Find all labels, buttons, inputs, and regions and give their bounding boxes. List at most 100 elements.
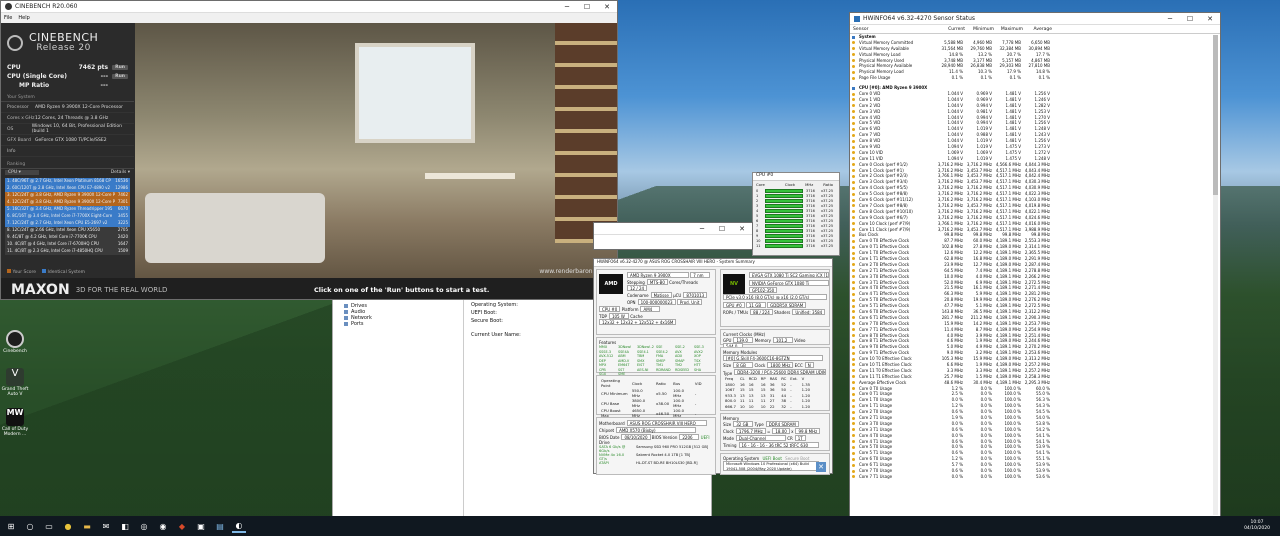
maximize-icon[interactable]: ☐ [577,3,597,11]
memory-module-select[interactable]: [#0] G.Skill F4-3600C16-8GTZN [723,355,823,361]
details-label: Details [110,170,127,175]
mem-size-value: 32 GB [733,421,754,427]
ranking-item[interactable]: 11. 4C/8T @ 2.3 GHz, Intel Core i7-4850H… [5,248,130,255]
store-icon[interactable]: ◧ [118,519,132,533]
close-icon[interactable]: ✕ [732,225,752,233]
core-mhz: 3716 [806,238,815,243]
ranking-item-score: 12986 [115,185,128,190]
ranking-item-label: 11. 4C/8T @ 2.3 GHz, Intel Core i7-4850H… [7,248,103,253]
logo-release: Release 20 [36,43,91,53]
timing-cell: 933.3 [725,392,736,398]
gpu-select[interactable]: GPU #0 [723,302,745,308]
app-icon-bag[interactable]: ▣ [194,519,208,533]
ranking-item[interactable]: 9. 4C/8T @ 4.2 GHz, Intel Core i7-7700K … [5,234,130,241]
col-sensor[interactable]: Sensor [850,27,936,32]
cpu-clock-row: 6 3716 x37.25 [753,218,839,223]
ranking-item-score: 2705 [117,227,128,232]
minimize-icon[interactable]: ─ [557,3,577,11]
desktop-icon-cod[interactable]: MW Call of Duty Modern ... [0,408,30,437]
windows-start-icon[interactable]: ⊞ [4,519,18,533]
search-icon[interactable]: ○ [23,519,37,533]
system-clock[interactable]: 10:07 04/10/2020 [1244,520,1280,532]
cinebench-taskbar-icon[interactable]: ◐ [232,519,246,533]
ranking-item[interactable]: 6. 8C/16T @ 3.4 GHz, Intel Core i7-7700X… [5,213,130,220]
col-minimum[interactable]: Minimum [965,27,994,32]
desktop-icon-cinebench[interactable]: Cinebench [0,330,30,354]
cpu-select[interactable]: CPU #0 [599,306,621,312]
maximize-icon[interactable]: ☐ [712,225,732,233]
sensor-row[interactable]: Core 7 T1 Usage 0.0 % 0.0 % 100.0 % 53.6 % [850,474,1220,480]
cpu-clock-row: 4 3716 x37.25 [753,208,839,213]
col-maximum[interactable]: Maximum [994,27,1023,32]
ranking-item[interactable]: 10. 4C/8T @ 4 GHz, Intel Core i7-6700HQ … [5,241,130,248]
system-summary-window: HWiNFO64 v6.32-4270 @ ASUS ROG CROSSHAIR… [593,258,833,475]
task-view-icon[interactable]: ▭ [42,519,56,533]
clock-bar [765,233,803,238]
cinebench-window: CINEBENCH R20.060 ─ ☐ ✕ File Help CINEBENC… [0,0,618,300]
system-key: Processor [7,104,29,110]
ranking-item-score: 3225 [117,220,128,225]
ranking-item[interactable]: 5. 16C/32T @ 3.4 GHz, AMD Ryzen Threadri… [5,206,130,213]
module-type-value: DDR4-3200 / PC4-25600 DDR4 SDRAM UDIMM [734,369,827,375]
score-legend: Your Score Identical System [7,269,85,275]
minimize-icon[interactable]: ─ [1160,15,1180,23]
op-col-header: Clock [631,380,643,386]
stepping-value: MTS-B0 [646,279,668,285]
op-cell: - [694,400,697,406]
details-button[interactable]: Details ▾ [111,170,130,175]
cpu-clock-row: 1 3716 x37.25 [753,193,839,198]
minimize-icon[interactable]: ─ [692,225,712,233]
system-key: Info [7,148,16,154]
gpu-memtype: GDDR5X SDRAM [767,302,807,308]
run-single-button[interactable]: Run [112,74,128,79]
render-bookshelf [555,23,617,243]
mem-mult: 18.00 [772,428,790,434]
close-icon[interactable]: ✕ [1200,15,1220,23]
file-explorer-icon[interactable]: ▬ [80,519,94,533]
core-ratio: x37.25 [821,208,834,213]
core-mhz: 3716 [806,233,815,238]
desktop-icon-gta[interactable]: V Grand Theft Auto V [0,368,30,397]
timing-cell: 800.0 [725,398,736,404]
maximize-icon[interactable]: ☐ [1180,15,1200,23]
app-icon-red[interactable]: ◆ [175,519,189,533]
gog-icon[interactable]: ◉ [156,519,170,533]
clock-bar [765,223,803,228]
opn-label: OPN [627,300,636,305]
col-current[interactable]: Current [936,27,965,32]
chrome-icon[interactable]: ● [61,519,75,533]
steam-icon[interactable]: ◎ [137,519,151,533]
ranking-select[interactable]: CPU ▾ [5,170,39,175]
timing-cell: - [790,403,792,409]
timing-cell: 10 [748,403,754,409]
chipset-label: Chipset [599,428,615,433]
identical-legend: Identical System [42,269,85,275]
close-icon[interactable]: ✕ [597,3,617,11]
ranking-item[interactable]: 8. 12C/24T @ 2.66 GHz, Intel Xeon CPU X5… [5,227,130,234]
op-row: CPU Base 3800.0 MHz x38.00 100.0 MHz - [599,398,713,408]
ranking-item[interactable]: 1. 48C/96T @ 2.7 GHz, Intel Xeon Platinu… [5,178,130,185]
close-summary-icon[interactable]: ✕ [816,462,826,472]
clock-bar [765,243,803,248]
cores-threads-value: 12 / 24 [627,285,648,291]
menu-help[interactable]: Help [18,15,29,21]
system-row: Cores x GHz 12 Cores, 24 Threads @ 3.8 GH… [1,113,134,124]
core-ratio: x37.25 [821,213,834,218]
ranking-item-label: 3. 12C/24T @ 3.8 GHz, AMD Ryzen 9 3900X … [7,192,116,197]
core-index: 7 [756,223,759,228]
hwinfo-taskbar-icon[interactable]: ▤ [213,519,227,533]
cpu-clock-title: CPU #0 [753,173,839,181]
ranking-item[interactable]: 2. 60C/120T @ 2.8 GHz, Intel Xeon CPU E7… [5,185,130,192]
times-sign: x [791,429,794,434]
run-cpu-button[interactable]: Run [112,65,128,70]
mail-icon[interactable]: ✉ [99,519,113,533]
ranking-item[interactable]: 3. 12C/24T @ 3.8 GHz, AMD Ryzen 9 3900X … [5,192,130,199]
features-group: Features MMX 3DNow! 3DNow!-2 SSE SSE-2 SSE-3 S… [596,337,716,376]
sensor-mi: 0.1 % [980,75,992,81]
scrollbar-thumb[interactable] [1213,35,1218,195]
menu-file[interactable]: File [4,15,12,21]
col-average[interactable]: Average [1023,27,1052,32]
scrollbar[interactable] [1213,35,1218,515]
ranking-item[interactable]: 7. 12C/24T @ 2.7 GHz, Intel Xeon CPU E5-… [5,220,130,227]
ranking-item[interactable]: 4. 12C/24T @ 3.8 GHz, AMD Ryzen 9 3900X … [5,199,130,206]
